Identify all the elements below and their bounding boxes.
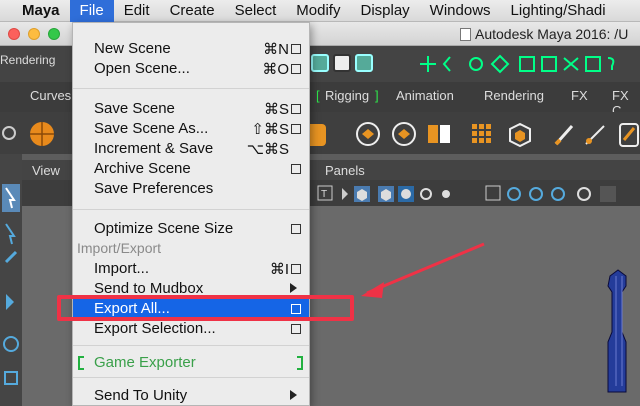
menu-item-label: Archive Scene [94, 160, 191, 177]
zoom-window-button[interactable] [48, 28, 60, 40]
tool-icons[interactable] [2, 184, 20, 394]
menu-item-save-preferences[interactable]: Save Preferences [73, 179, 309, 199]
sphere-icon[interactable] [28, 120, 58, 148]
option-box-icon[interactable] [291, 324, 301, 334]
menu-item-label: Save Scene As... [94, 120, 209, 137]
menu-item-save-scene-as[interactable]: Save Scene As... ⇧⌘S [73, 119, 309, 139]
option-box-icon[interactable] [291, 164, 301, 174]
tab-fx[interactable]: FX [571, 88, 588, 103]
status-line-icons[interactable] [310, 52, 630, 76]
menu-item-export-selection[interactable]: Export Selection... [73, 319, 309, 339]
tab-curves[interactable]: Curves [30, 88, 71, 103]
menu-display[interactable]: Display [350, 0, 419, 22]
tab-rigging-bracket: [ [316, 88, 320, 103]
tab-rigging-bracket-close: ] [375, 88, 379, 103]
option-box-icon[interactable] [291, 104, 301, 114]
option-box-icon[interactable] [291, 224, 301, 234]
shortcut-label: ⇧⌘S [251, 121, 289, 138]
menu-separator [73, 377, 309, 378]
menu-item-save-scene[interactable]: Save Scene ⌘S [73, 99, 309, 119]
submenu-arrow-icon [290, 390, 297, 400]
menu-item-optimize-scene-size[interactable]: Optimize Scene Size [73, 219, 309, 239]
menu-item-label: Export Selection... [94, 320, 216, 337]
toolbox [0, 154, 22, 406]
menu-item-import[interactable]: Import... ⌘I [73, 259, 309, 279]
window-title: Autodesk Maya 2016: /U [460, 26, 628, 42]
menu-section-label: Import/Export [77, 240, 162, 256]
file-menu-dropdown: New Scene ⌘N Open Scene... ⌘O Save Scene… [72, 22, 310, 406]
menu-edit[interactable]: Edit [114, 0, 160, 22]
menu-item-label: New Scene [94, 40, 171, 57]
minimize-window-button[interactable] [28, 28, 40, 40]
menu-create[interactable]: Create [160, 0, 225, 22]
shortcut-label: ⌘O [262, 61, 289, 78]
menu-item-label: Import... [94, 260, 150, 277]
svg-text:T: T [321, 189, 327, 200]
annotation-highlight-box [57, 295, 354, 321]
menu-item-send-to-unity[interactable]: Send To Unity [73, 386, 309, 406]
option-box-icon[interactable] [291, 44, 301, 54]
option-box-icon[interactable] [291, 264, 301, 274]
shortcut-label: ⌘S [263, 101, 289, 118]
menu-section-import-export: Import/Export [73, 239, 309, 259]
panel-toolbar-icons[interactable]: T [316, 184, 640, 204]
menu-item-game-exporter[interactable]: Game Exporter [73, 353, 309, 373]
menu-separator [73, 88, 309, 89]
close-window-button[interactable] [8, 28, 20, 40]
menu-item-increment-save[interactable]: Increment & Save ⌥⌘S [73, 139, 309, 159]
menu-item-label: Optimize Scene Size [94, 220, 234, 237]
menu-windows[interactable]: Windows [420, 0, 501, 22]
panel-menu-panels[interactable]: Panels [325, 163, 365, 178]
menu-item-label: Game Exporter [94, 354, 196, 371]
menu-maya[interactable]: Maya [0, 0, 70, 22]
menu-item-label: Save Preferences [94, 180, 214, 197]
tab-animation[interactable]: Animation [396, 88, 454, 103]
bracket-right-icon [297, 356, 303, 370]
menu-item-archive-scene[interactable]: Archive Scene [73, 159, 309, 179]
panel-menu-view[interactable]: View [32, 163, 60, 178]
option-box-icon[interactable] [291, 64, 301, 74]
submenu-arrow-icon [290, 283, 297, 293]
shortcut-label: ⌘N [263, 41, 289, 58]
menu-item-label: Open Scene... [94, 60, 190, 77]
menu-separator [73, 209, 309, 210]
menu-lighting-shading[interactable]: Lighting/Shadi [501, 0, 616, 22]
menu-item-label: Send To Unity [94, 387, 188, 404]
menu-item-open-scene[interactable]: Open Scene... ⌘O [73, 59, 309, 79]
menu-select[interactable]: Select [225, 0, 287, 22]
shortcut-label: ⌘I [269, 261, 289, 278]
menu-separator [73, 345, 309, 346]
option-box-icon[interactable] [291, 124, 301, 134]
menu-file[interactable]: File [69, 0, 114, 22]
document-icon [460, 28, 471, 41]
menu-item-new-scene[interactable]: New Scene ⌘N [73, 39, 309, 59]
shortcut-label: ⌥⌘S [246, 141, 289, 158]
shelf-tool-icons[interactable] [306, 120, 640, 150]
bracket-left-icon [78, 356, 84, 370]
menu-bar: Maya File Edit Create Select Modify Disp… [0, 0, 640, 22]
tab-rendering[interactable]: Rendering [484, 88, 544, 103]
menu-item-label: Increment & Save [94, 140, 214, 157]
menu-item-label: Save Scene [94, 100, 175, 117]
tab-rigging[interactable]: Rigging [325, 88, 369, 103]
menu-modify[interactable]: Modify [286, 0, 350, 22]
settings-icon[interactable] [2, 126, 16, 140]
menuset-selector[interactable]: Rendering [0, 53, 55, 67]
